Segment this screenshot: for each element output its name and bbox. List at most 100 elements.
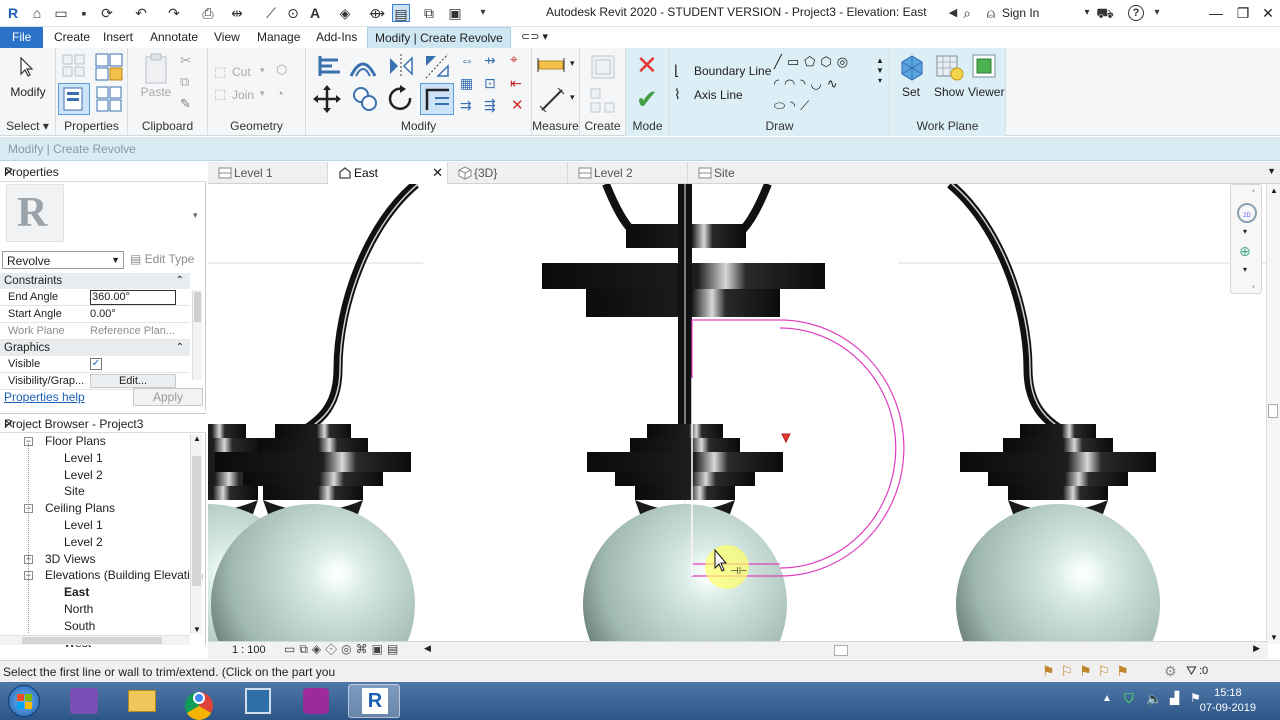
print-icon[interactable]: ⎙ <box>199 4 217 22</box>
thin-lines-icon[interactable]: ▤ <box>392 4 410 22</box>
browser-node-site[interactable]: Site <box>64 484 85 498</box>
view-tab-site[interactable]: Site <box>688 162 808 184</box>
view-tab-level-1[interactable]: Level 1 <box>208 162 328 184</box>
join-icon[interactable]: ⬚ <box>214 86 226 102</box>
measure-icon[interactable]: ⇹ <box>228 4 246 22</box>
user-icon[interactable]: ⍝ <box>982 4 1000 22</box>
close-nav-icon[interactable]: ◦ <box>1252 186 1255 195</box>
section-graphics[interactable]: Graphics ⌃ <box>0 340 190 356</box>
mirror-draw-axis-icon[interactable] <box>422 52 452 80</box>
flip-control-icon[interactable] <box>781 433 791 444</box>
browser-node-level-1[interactable]: Level 1 <box>64 518 103 532</box>
text-icon[interactable]: A <box>306 4 324 22</box>
set-button[interactable]: Set <box>902 85 920 99</box>
align-icon[interactable] <box>314 52 344 80</box>
split-face-icon[interactable]: ⬡ <box>276 62 287 78</box>
paint-icon[interactable]: ◔ <box>276 86 284 101</box>
hscroll-right-icon[interactable]: ▶ <box>1253 643 1260 654</box>
background-processes-icon[interactable]: ⚙ <box>1164 663 1177 680</box>
cope-icon[interactable]: ⬚ <box>214 64 226 80</box>
qat-dropdown-icon[interactable]: ▾ <box>474 4 492 22</box>
zoom-region-icon[interactable]: ⊕ <box>1239 243 1251 260</box>
tab-view[interactable]: View <box>207 27 247 48</box>
move-icon[interactable] <box>312 84 342 114</box>
view-tab-east[interactable]: East ✕ <box>328 162 448 184</box>
paste-icon[interactable] <box>142 52 170 86</box>
tabs-dropdown-icon[interactable]: ▼ <box>1267 166 1276 176</box>
boundary-line-button[interactable]: Boundary Line <box>694 64 771 78</box>
close-hidden-windows-icon[interactable]: ⧉ <box>420 4 438 22</box>
tab-add-ins[interactable]: Add-Ins <box>309 27 364 48</box>
sign-in-dropdown-icon[interactable]: ▾ <box>1078 4 1096 22</box>
show-button[interactable]: Show <box>934 85 964 99</box>
browser-node-elevations-building-elevation[interactable]: Elevations (Building Elevation <box>45 568 203 582</box>
tab-modify-create-revolve[interactable]: Modify | Create Revolve <box>367 27 511 48</box>
canvas-hscroll-thumb[interactable] <box>834 645 848 656</box>
properties-scrollbar[interactable] <box>192 290 202 380</box>
boundary-line-icon[interactable]: ⌊ <box>674 62 679 79</box>
array-icon[interactable]: ▦ <box>460 75 473 92</box>
taskbar-explorer[interactable] <box>116 684 168 718</box>
hscroll-left-icon[interactable]: ◀ <box>424 643 431 654</box>
open-icon[interactable]: ▭ <box>52 4 70 22</box>
home-icon[interactable]: ⌂ <box>28 4 46 22</box>
join-geometry-button[interactable]: Join <box>232 88 254 102</box>
taskbar-visual-studio[interactable] <box>58 684 110 718</box>
canvas-vscrollbar[interactable]: ▲ ▼ <box>1266 184 1280 644</box>
close-browser-icon[interactable]: ✕ <box>4 417 201 431</box>
apply-button[interactable]: Apply <box>133 388 203 406</box>
taskbar-app[interactable] <box>232 684 284 718</box>
axis-line-button[interactable]: Axis Line <box>694 88 743 102</box>
switch-windows-icon[interactable]: ▣ <box>446 4 464 22</box>
system-clock[interactable]: 15:18 07-09-2019 <box>1200 686 1256 716</box>
binoculars-icon[interactable]: ⌕ <box>958 4 976 22</box>
trim-extend-multiple-icon[interactable]: ⇶ <box>484 97 496 114</box>
viewer-icon[interactable] <box>970 52 1000 82</box>
view-tab-3d[interactable]: {3D} <box>448 162 568 184</box>
minimize-button[interactable]: — <box>1204 3 1228 23</box>
paste-button[interactable]: Paste <box>136 85 176 99</box>
cut-clipboard-icon[interactable]: ✂ <box>180 52 192 69</box>
browser-node-level-2[interactable]: Level 2 <box>64 535 103 549</box>
close-properties-icon[interactable]: ✕ <box>4 165 201 179</box>
offset-icon[interactable] <box>348 52 378 80</box>
edit-type-button[interactable]: ▤ Edit Type <box>130 252 194 266</box>
steering-wheel-icon[interactable]: 2D <box>1237 203 1257 223</box>
tab-manage[interactable]: Manage <box>250 27 307 48</box>
copy-move-icon[interactable] <box>350 84 380 114</box>
axis-line-icon[interactable]: ⌇ <box>674 86 681 103</box>
browser-hscrollbar[interactable] <box>0 635 190 645</box>
mirror-axis-icon[interactable] <box>386 52 416 80</box>
aligned-dimension-icon[interactable] <box>538 86 568 114</box>
redo-icon[interactable]: ↷ <box>165 4 183 22</box>
tab-create[interactable]: Create <box>47 27 97 48</box>
browser-scrollbar[interactable]: ▲ ▼ <box>190 434 202 634</box>
draw-shapes-row1[interactable]: ╱▭⬠⬡◎ <box>774 54 853 70</box>
browser-node-ceiling-plans[interactable]: Ceiling Plans <box>45 501 115 515</box>
cut-geometry-button[interactable]: Cut <box>232 65 251 79</box>
copy-icon[interactable]: ⇉ <box>460 97 472 114</box>
browser-node-floor-plans[interactable]: Floor Plans <box>45 434 106 448</box>
selection-options-icons[interactable]: ⚑⚐⚑⚐⚑ <box>1042 663 1135 680</box>
browser-node-3d-views[interactable]: 3D Views <box>45 552 95 566</box>
close-tab-icon[interactable]: ✕ <box>432 162 443 184</box>
rotate-icon[interactable] <box>386 84 416 114</box>
default-3d-view-icon[interactable]: ◈ <box>336 4 354 22</box>
match-properties-icon[interactable]: ✎ <box>180 96 191 112</box>
tag-icon[interactable]: ⊙ <box>284 4 302 22</box>
ribbon-options-icon[interactable]: ⊂⊃ ▾ <box>514 27 555 48</box>
set-work-plane-icon[interactable] <box>898 52 926 82</box>
dimension-icon[interactable]: ⟋ <box>262 4 280 22</box>
taskbar-recorder[interactable] <box>290 684 342 718</box>
browser-node-south[interactable]: South <box>64 619 95 633</box>
tab-annotate[interactable]: Annotate <box>143 27 205 48</box>
help-icon[interactable]: ? <box>1128 5 1144 21</box>
browser-node-north[interactable]: North <box>64 602 93 616</box>
scale-icon[interactable]: ⊡ <box>484 75 496 92</box>
volume-icon[interactable]: 🔈 <box>1146 691 1162 707</box>
properties-toggle-button[interactable] <box>58 83 90 115</box>
create-similar-icon[interactable] <box>588 52 618 82</box>
draw-gallery-scroll[interactable]: ▲ ▼ ▾ <box>876 56 884 86</box>
split-gap-icon[interactable]: ⇸ <box>484 52 496 69</box>
view-scale[interactable]: 1 : 100 <box>232 644 266 656</box>
